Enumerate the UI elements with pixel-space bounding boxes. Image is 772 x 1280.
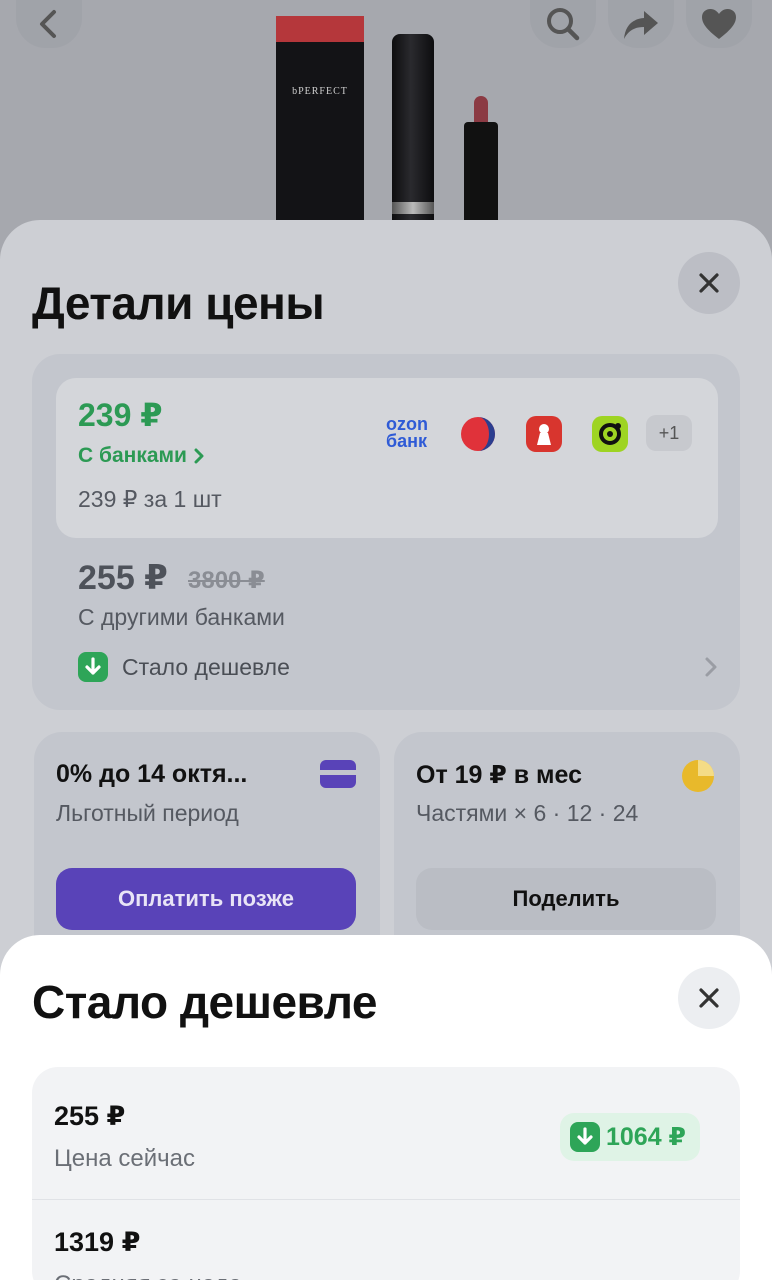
with-banks-label: С банками — [78, 444, 187, 467]
share-button[interactable] — [608, 0, 674, 48]
price-drop-label: Стало дешевле — [122, 653, 290, 680]
favorite-button[interactable] — [686, 0, 752, 48]
pie-chart-icon — [682, 760, 714, 792]
card-icon — [320, 760, 356, 788]
search-icon — [547, 8, 580, 41]
average-price: 1319 ₽ — [54, 1227, 141, 1257]
installments-subtitle: Частями × 6 · 12 · 24 — [416, 800, 639, 826]
bank-price: 239 ₽ — [78, 397, 163, 433]
arrow-down-icon — [78, 652, 108, 682]
search-button[interactable] — [530, 0, 596, 48]
ozon-logo-line2: банк — [386, 431, 428, 451]
other-banks-label: С другими банками — [78, 604, 285, 630]
price-drop-amount: 1064 ₽ — [606, 1123, 686, 1151]
price-history-card: 255 ₽ Цена сейчас 1064 ₽ 1319 ₽ Средняя … — [32, 1067, 740, 1280]
average-price-label: Средняя за неде — [54, 1271, 242, 1280]
bnpl-subtitle: Льготный период — [56, 800, 239, 826]
red-circle-bank-logo — [460, 416, 496, 452]
divider — [32, 1199, 740, 1200]
lipstick-image — [392, 34, 434, 224]
close-icon — [699, 273, 719, 293]
product-brand-text: bPERFECT — [292, 86, 348, 97]
current-price-label: Цена сейчас — [54, 1145, 195, 1172]
current-price: 255 ₽ — [54, 1101, 126, 1131]
price-drop-badge: 1064 ₽ — [560, 1113, 700, 1161]
sheet-title: Стало дешевле — [32, 976, 377, 1028]
price-drop-row[interactable]: Стало дешевле — [78, 652, 718, 682]
chevron-right-icon — [705, 657, 717, 677]
per-unit-price: 239 ₽ за 1 шт — [78, 486, 222, 512]
arrow-down-icon — [570, 1122, 600, 1152]
installments-title: От 19 ₽ в мес — [416, 761, 583, 789]
red-lion-bank-logo — [526, 416, 562, 452]
chevron-left-icon — [40, 10, 56, 38]
close-button[interactable] — [678, 967, 740, 1029]
heart-icon — [702, 9, 736, 39]
bnpl-title: 0% до 14 октя... — [56, 760, 248, 788]
more-banks-badge[interactable]: +1 — [646, 415, 692, 451]
close-button[interactable] — [678, 252, 740, 314]
with-banks-link[interactable]: С банками — [78, 444, 205, 468]
old-price: 3800 ₽ — [188, 567, 265, 594]
other-banks-price: 255 ₽ — [78, 559, 168, 597]
pay-later-button[interactable]: Оплатить позже — [56, 868, 356, 930]
share-icon — [624, 11, 658, 39]
green-bank-logo — [592, 416, 628, 452]
back-button[interactable] — [16, 0, 82, 48]
close-icon — [699, 988, 719, 1008]
page-title: Детали цены — [32, 277, 325, 329]
price-drop-sheet: Стало дешевле 255 ₽ Цена сейчас 1064 ₽ 1… — [0, 935, 772, 1280]
ozon-bank-logo: ozon банк — [386, 415, 428, 451]
chevron-right-icon — [194, 448, 204, 464]
split-payment-button[interactable]: Поделить — [416, 868, 716, 930]
